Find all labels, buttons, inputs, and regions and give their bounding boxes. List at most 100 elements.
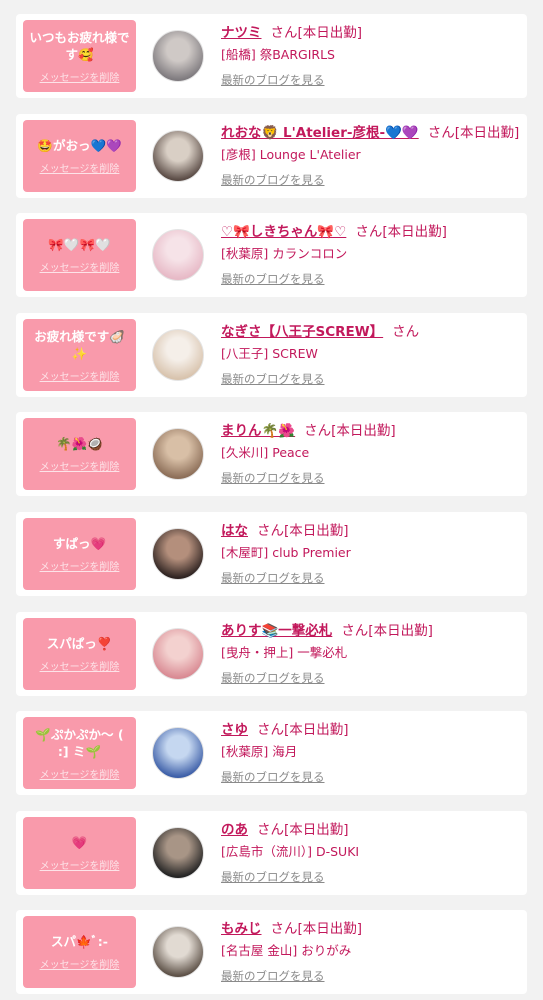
message-box: 🤩がおっ💙💜 メッセージを削除 bbox=[23, 120, 136, 192]
message-box: いつもお疲れ様です🥰 メッセージを削除 bbox=[23, 20, 136, 92]
name-line: のあ さん[本日出勤] bbox=[221, 820, 521, 840]
girl-info: なぎさ【八王子SCREW】 さん [八王子] SCREW 最新のブログを見る bbox=[221, 322, 521, 388]
view-blog-link[interactable]: 最新のブログを見る bbox=[221, 171, 521, 189]
girl-name-link[interactable]: さゆ bbox=[221, 722, 248, 738]
delete-message-link[interactable]: メッセージを削除 bbox=[40, 558, 120, 573]
girl-name-link[interactable]: ♡🎀しきちゃん🎀♡ bbox=[221, 224, 346, 240]
avatar[interactable] bbox=[152, 329, 204, 381]
girl-card: 💗 メッセージを削除 のあ さん[本日出勤] [広島市（流川）] D-SUKI 最新のブロ… bbox=[16, 811, 527, 895]
message-text: 🎀🤍🎀🤍 bbox=[48, 237, 111, 252]
attendance-status: さん[本日出勤] bbox=[257, 523, 349, 539]
message-text: すぱっ💗 bbox=[52, 536, 107, 551]
attendance-status: さん[本日出勤] bbox=[304, 423, 396, 439]
girl-card: いつもお疲れ様です🥰 メッセージを削除 ナツミ さん[本日出勤] [船橋] 祭BARGI… bbox=[16, 14, 527, 98]
message-text: 💗 bbox=[71, 835, 88, 850]
delete-message-link[interactable]: メッセージを削除 bbox=[40, 458, 120, 473]
view-blog-link[interactable]: 最新のブログを見る bbox=[221, 868, 521, 886]
delete-message-link[interactable]: メッセージを削除 bbox=[40, 857, 120, 872]
delete-message-link[interactable]: メッセージを削除 bbox=[40, 956, 120, 971]
shop-label: [彦根] Lounge L'Atelier bbox=[221, 147, 361, 162]
girl-card: 🌱ぷかぷか〜 ( :] ミ🌱 メッセージを削除 さゆ さん[本日出勤] [秋葉原] 海月… bbox=[16, 711, 527, 795]
avatar[interactable] bbox=[152, 628, 204, 680]
attendance-status: さん bbox=[392, 324, 420, 340]
message-box: スパぱっ❣️ メッセージを削除 bbox=[23, 618, 136, 690]
girl-name-link[interactable]: れおな🦁 L'Atelier-彦根-💙💜 bbox=[221, 125, 419, 141]
name-line: まりん🌴🌺 さん[本日出勤] bbox=[221, 421, 521, 441]
delete-message-link[interactable]: メッセージを削除 bbox=[40, 658, 120, 673]
message-box: 🌴🌺🥥 メッセージを削除 bbox=[23, 418, 136, 490]
message-text: 🤩がおっ💙💜 bbox=[37, 138, 122, 153]
view-blog-link[interactable]: 最新のブログを見る bbox=[221, 270, 521, 288]
delete-message-link[interactable]: メッセージを削除 bbox=[40, 259, 120, 274]
attendance-status: さん[本日出勤] bbox=[257, 822, 349, 838]
message-text: スパ🍁ﾞ:- bbox=[50, 934, 108, 949]
girl-name-link[interactable]: のあ bbox=[221, 822, 248, 838]
avatar[interactable] bbox=[152, 229, 204, 281]
girl-info: もみじ さん[本日出勤] [名古屋 金山] おりがみ最新のブログを見る bbox=[221, 919, 521, 985]
delete-message-link[interactable]: メッセージを削除 bbox=[40, 69, 120, 84]
avatar[interactable] bbox=[152, 827, 204, 879]
attendance-status: さん[本日出勤] bbox=[257, 722, 349, 738]
message-box: スパ🍁ﾞ:- メッセージを削除 bbox=[23, 916, 136, 988]
girl-card: 🤩がおっ💙💜 メッセージを削除 れおな🦁 L'Atelier-彦根-💙💜 さん[本日出… bbox=[16, 114, 527, 198]
girl-info: さゆ さん[本日出勤] [秋葉原] 海月 最新のブログを見る bbox=[221, 720, 521, 786]
view-blog-link[interactable]: 最新のブログを見る bbox=[221, 669, 521, 687]
avatar[interactable] bbox=[152, 130, 204, 182]
avatar[interactable] bbox=[152, 727, 204, 779]
message-box: お疲れ様です🦪✨ メッセージを削除 bbox=[23, 319, 136, 391]
girl-card: お疲れ様です🦪✨ メッセージを削除 なぎさ【八王子SCREW】 さん [八王子] SCR… bbox=[16, 313, 527, 397]
girl-card: すぱっ💗 メッセージを削除 はな さん[本日出勤] [木屋町] club Premier… bbox=[16, 512, 527, 596]
name-line: ありす📚一撃必札 さん[本日出勤] bbox=[221, 621, 521, 641]
girl-card: 🌴🌺🥥 メッセージを削除 まりん🌴🌺 さん[本日出勤] [久米川] Peace 最新のブロ… bbox=[16, 412, 527, 496]
avatar[interactable] bbox=[152, 428, 204, 480]
message-box: 💗 メッセージを削除 bbox=[23, 817, 136, 889]
name-line: ♡🎀しきちゃん🎀♡ さん[本日出勤] bbox=[221, 222, 521, 242]
view-blog-link[interactable]: 最新のブログを見る bbox=[221, 370, 521, 388]
girl-name-link[interactable]: まりん🌴🌺 bbox=[221, 423, 295, 439]
attendance-status: さん[本日出勤] bbox=[270, 921, 363, 937]
girl-card: 🎀🤍🎀🤍 メッセージを削除 ♡🎀しきちゃん🎀♡ さん[本日出勤] [秋葉原] カランコロ… bbox=[16, 213, 527, 297]
delete-message-link[interactable]: メッセージを削除 bbox=[40, 368, 120, 383]
name-line: もみじ さん[本日出勤] bbox=[221, 919, 521, 939]
girl-info: ありす📚一撃必札 さん[本日出勤] [曳舟・押上] 一撃必札最新のブログを見る bbox=[221, 621, 521, 687]
message-text: 🌴🌺🥥 bbox=[56, 436, 103, 451]
girl-card: スパ🍁ﾞ:- メッセージを削除 もみじ さん[本日出勤] [名古屋 金山] おりがみ最新… bbox=[16, 910, 527, 994]
shop-label: [船橋] 祭BARGIRLS bbox=[221, 47, 335, 62]
shop-label: [曳舟・押上] 一撃必札 bbox=[221, 645, 348, 660]
delete-message-link[interactable]: メッセージを削除 bbox=[40, 160, 120, 175]
name-line: さゆ さん[本日出勤] bbox=[221, 720, 521, 740]
attendance-status: さん[本日出勤] bbox=[355, 224, 447, 240]
name-line: はな さん[本日出勤] bbox=[221, 521, 521, 541]
view-blog-link[interactable]: 最新のブログを見る bbox=[221, 768, 521, 786]
girl-name-link[interactable]: ナツミ bbox=[221, 25, 262, 41]
name-line: なぎさ【八王子SCREW】 さん bbox=[221, 322, 521, 342]
girl-info: ナツミ さん[本日出勤] [船橋] 祭BARGIRLS 最新のブログを見る bbox=[221, 23, 521, 89]
message-text: 🌱ぷかぷか〜 ( :] ミ🌱 bbox=[35, 726, 124, 759]
view-blog-link[interactable]: 最新のブログを見る bbox=[221, 967, 521, 985]
girl-name-link[interactable]: もみじ bbox=[221, 921, 262, 937]
name-line: ナツミ さん[本日出勤] bbox=[221, 23, 521, 43]
shop-label: [久米川] Peace bbox=[221, 445, 310, 460]
avatar[interactable] bbox=[152, 926, 204, 978]
girl-info: まりん🌴🌺 さん[本日出勤] [久米川] Peace 最新のブログを見る bbox=[221, 421, 521, 487]
message-text: スパぱっ❣️ bbox=[46, 636, 113, 651]
girl-info: はな さん[本日出勤] [木屋町] club Premier 最新のブログを見る bbox=[221, 521, 521, 587]
avatar[interactable] bbox=[152, 528, 204, 580]
view-blog-link[interactable]: 最新のブログを見る bbox=[221, 71, 521, 89]
girl-name-link[interactable]: ありす📚一撃必札 bbox=[221, 623, 332, 639]
girl-name-link[interactable]: はな bbox=[221, 523, 248, 539]
girl-info: ♡🎀しきちゃん🎀♡ さん[本日出勤] [秋葉原] カランコロン 最新のブログを見る bbox=[221, 222, 521, 288]
view-blog-link[interactable]: 最新のブログを見る bbox=[221, 569, 521, 587]
delete-message-link[interactable]: メッセージを削除 bbox=[40, 766, 120, 781]
shop-label: [名古屋 金山] おりがみ bbox=[221, 943, 352, 958]
message-box: すぱっ💗 メッセージを削除 bbox=[23, 518, 136, 590]
name-line: れおな🦁 L'Atelier-彦根-💙💜 さん[本日出勤] bbox=[221, 123, 521, 143]
message-text: お疲れ様です🦪✨ bbox=[34, 328, 125, 361]
avatar[interactable] bbox=[152, 30, 204, 82]
view-blog-link[interactable]: 最新のブログを見る bbox=[221, 469, 521, 487]
message-box: 🌱ぷかぷか〜 ( :] ミ🌱 メッセージを削除 bbox=[23, 717, 136, 789]
attendance-status: さん[本日出勤] bbox=[270, 25, 363, 41]
girl-info: のあ さん[本日出勤] [広島市（流川）] D-SUKI 最新のブログを見る bbox=[221, 820, 521, 886]
shop-label: [木屋町] club Premier bbox=[221, 545, 351, 560]
girl-name-link[interactable]: なぎさ【八王子SCREW】 bbox=[221, 324, 383, 340]
